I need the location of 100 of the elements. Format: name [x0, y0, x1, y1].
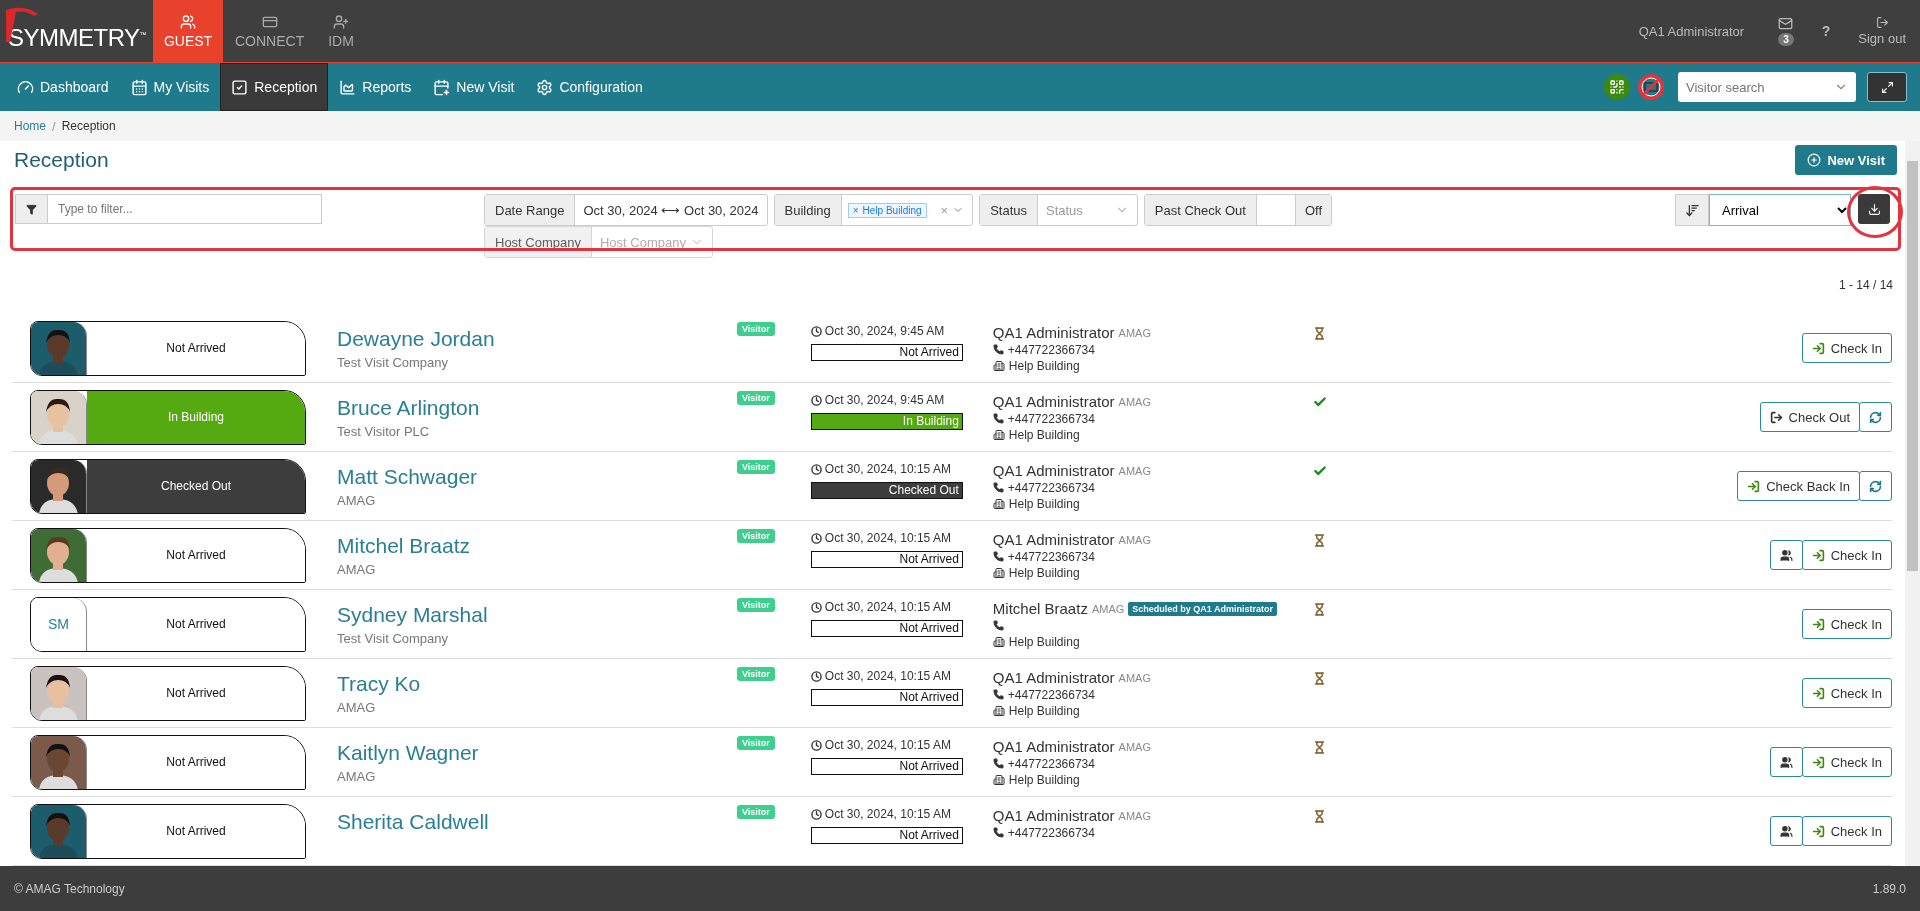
- arrival-time: Oct 30, 2024, 10:15 AM: [824, 600, 951, 614]
- download-button[interactable]: [1858, 194, 1890, 224]
- visitor-name[interactable]: Bruce Arlington: [337, 395, 737, 420]
- group-button[interactable]: [1769, 540, 1803, 570]
- visitor-search-field[interactable]: Visitor search: [1678, 72, 1856, 102]
- host-company: AMAG: [1091, 602, 1125, 615]
- host-phone: +447722366734: [1007, 549, 1095, 564]
- host-building: Help Building: [1008, 427, 1080, 442]
- building-icon: [992, 635, 1005, 648]
- nav-tab[interactable]: Reports: [328, 63, 423, 111]
- refresh-button[interactable]: [1859, 471, 1892, 501]
- expand-icon: [1880, 80, 1894, 94]
- mail-icon[interactable]: [1778, 16, 1794, 31]
- visitor-name[interactable]: Sherita Caldwell: [337, 809, 737, 834]
- clock-icon: [810, 739, 822, 751]
- check-in-button[interactable]: Check In: [1801, 540, 1892, 570]
- clock-icon: [810, 325, 822, 337]
- building-icon: [992, 497, 1005, 510]
- host-building: Help Building: [1008, 772, 1080, 787]
- visitor-badge: Visitor: [737, 598, 775, 612]
- settings-icon: [536, 78, 554, 96]
- module-tab[interactable]: CONNECT: [223, 0, 317, 62]
- host-building: Help Building: [1008, 634, 1080, 649]
- visitor-name[interactable]: Mitchel Braatz: [337, 533, 737, 558]
- refresh-button[interactable]: [1859, 402, 1892, 432]
- sort-select[interactable]: Arrival: [1709, 194, 1851, 226]
- user-plus-icon: [333, 13, 350, 30]
- module-tab[interactable]: IDM: [316, 0, 366, 62]
- module-tab[interactable]: GUEST: [153, 0, 223, 62]
- past-check-out-toggle[interactable]: Past Check Out Off: [1143, 194, 1332, 226]
- status-label: Checked Out: [87, 459, 305, 513]
- new-visit-button[interactable]: New Visit: [1795, 145, 1897, 175]
- clock-icon: [810, 532, 822, 544]
- visitor-badge: Visitor: [737, 322, 775, 336]
- help-link[interactable]: ?: [1821, 23, 1831, 39]
- visitor-name[interactable]: Sydney Marshal: [337, 602, 737, 627]
- phone-icon: [992, 689, 1004, 700]
- nav-tab[interactable]: Configuration: [525, 63, 654, 111]
- phone-icon: [992, 482, 1004, 493]
- host-company: AMAG: [1118, 533, 1151, 546]
- check-in-button[interactable]: Check In: [1801, 747, 1892, 777]
- status-bar: Not Arrived: [810, 758, 963, 775]
- visitor-company: AMAG: [337, 699, 377, 715]
- host-name: QA1 Administrator: [992, 807, 1115, 824]
- check-in-button[interactable]: Check In: [1801, 609, 1892, 639]
- status-bar: Not Arrived: [810, 620, 963, 637]
- qr-code-icon[interactable]: [1604, 74, 1630, 100]
- host-name: QA1 Administrator: [992, 324, 1115, 341]
- phone-icon: [992, 620, 1004, 631]
- host-name: Mitchel Braatz: [992, 600, 1088, 617]
- nav-tab[interactable]: Dashboard: [6, 63, 120, 111]
- host-phone: +447722366734: [1007, 342, 1095, 357]
- sign-in-icon: [1811, 617, 1825, 631]
- host-building: Help Building: [1008, 703, 1080, 718]
- arrival-time: Oct 30, 2024, 10:15 AM: [824, 531, 951, 545]
- sign-in-icon: [1811, 341, 1825, 355]
- host-phone: +447722366734: [1007, 411, 1095, 426]
- fullscreen-button[interactable]: [1867, 72, 1907, 102]
- filter-field[interactable]: Type to filter...: [48, 194, 322, 224]
- visitor-name[interactable]: Dewayne Jordan: [337, 326, 737, 351]
- version: 1.89.0: [1872, 881, 1906, 896]
- users-icon: [1779, 824, 1793, 838]
- status-label: In Building: [87, 390, 305, 444]
- check-in-button[interactable]: Check In: [1801, 816, 1892, 846]
- visitor-name[interactable]: Kaitlyn Wagner: [337, 740, 737, 765]
- date-range-filter[interactable]: Date Range Oct 30, 2024 ⟷ Oct 30, 2024: [484, 194, 768, 226]
- visitor-name[interactable]: Tracy Ko: [337, 671, 737, 696]
- visitor-badge: Visitor: [737, 805, 775, 819]
- calendar-icon: [130, 78, 148, 96]
- sign-in-icon: [1811, 548, 1825, 562]
- sign-out-link[interactable]: Sign out: [1858, 0, 1906, 62]
- phone-icon: [992, 758, 1004, 769]
- host-building: Help Building: [1008, 565, 1080, 580]
- group-button[interactable]: [1769, 747, 1803, 777]
- building-icon: [992, 704, 1005, 717]
- host-name: QA1 Administrator: [992, 462, 1115, 479]
- status-bar: Not Arrived: [810, 689, 963, 706]
- sort-icon[interactable]: [1675, 194, 1709, 226]
- nav-tab[interactable]: New Visit: [422, 63, 526, 111]
- host-company: AMAG: [1118, 395, 1151, 408]
- visitor-badge: Visitor: [737, 667, 775, 681]
- sign-in-icon: [1747, 479, 1761, 493]
- nav-tab[interactable]: My Visits: [119, 63, 221, 111]
- check-in-button[interactable]: Check In: [1801, 678, 1892, 708]
- host-name: QA1 Administrator: [992, 669, 1115, 686]
- check-out-button[interactable]: Check Out: [1759, 402, 1860, 432]
- status-filter[interactable]: Status Status: [979, 194, 1138, 226]
- breadcrumb-current: Reception: [61, 119, 116, 133]
- nav-tab[interactable]: Reception: [220, 63, 329, 111]
- breadcrumb-link[interactable]: Home: [14, 119, 46, 133]
- check-in-button[interactable]: Check Back In: [1737, 471, 1860, 501]
- group-button[interactable]: [1769, 816, 1803, 846]
- logo-text: SYMMETRY$^{™}$: [8, 24, 147, 52]
- scrollbar[interactable]: [1905, 141, 1920, 866]
- building-icon: [992, 359, 1005, 372]
- building-filter[interactable]: Building × Help Building ×: [773, 194, 974, 226]
- visitor-company: AMAG: [337, 492, 377, 508]
- visitor-name[interactable]: Matt Schwager: [337, 464, 737, 489]
- check-in-button[interactable]: Check In: [1801, 333, 1892, 363]
- host-name: QA1 Administrator: [992, 393, 1115, 410]
